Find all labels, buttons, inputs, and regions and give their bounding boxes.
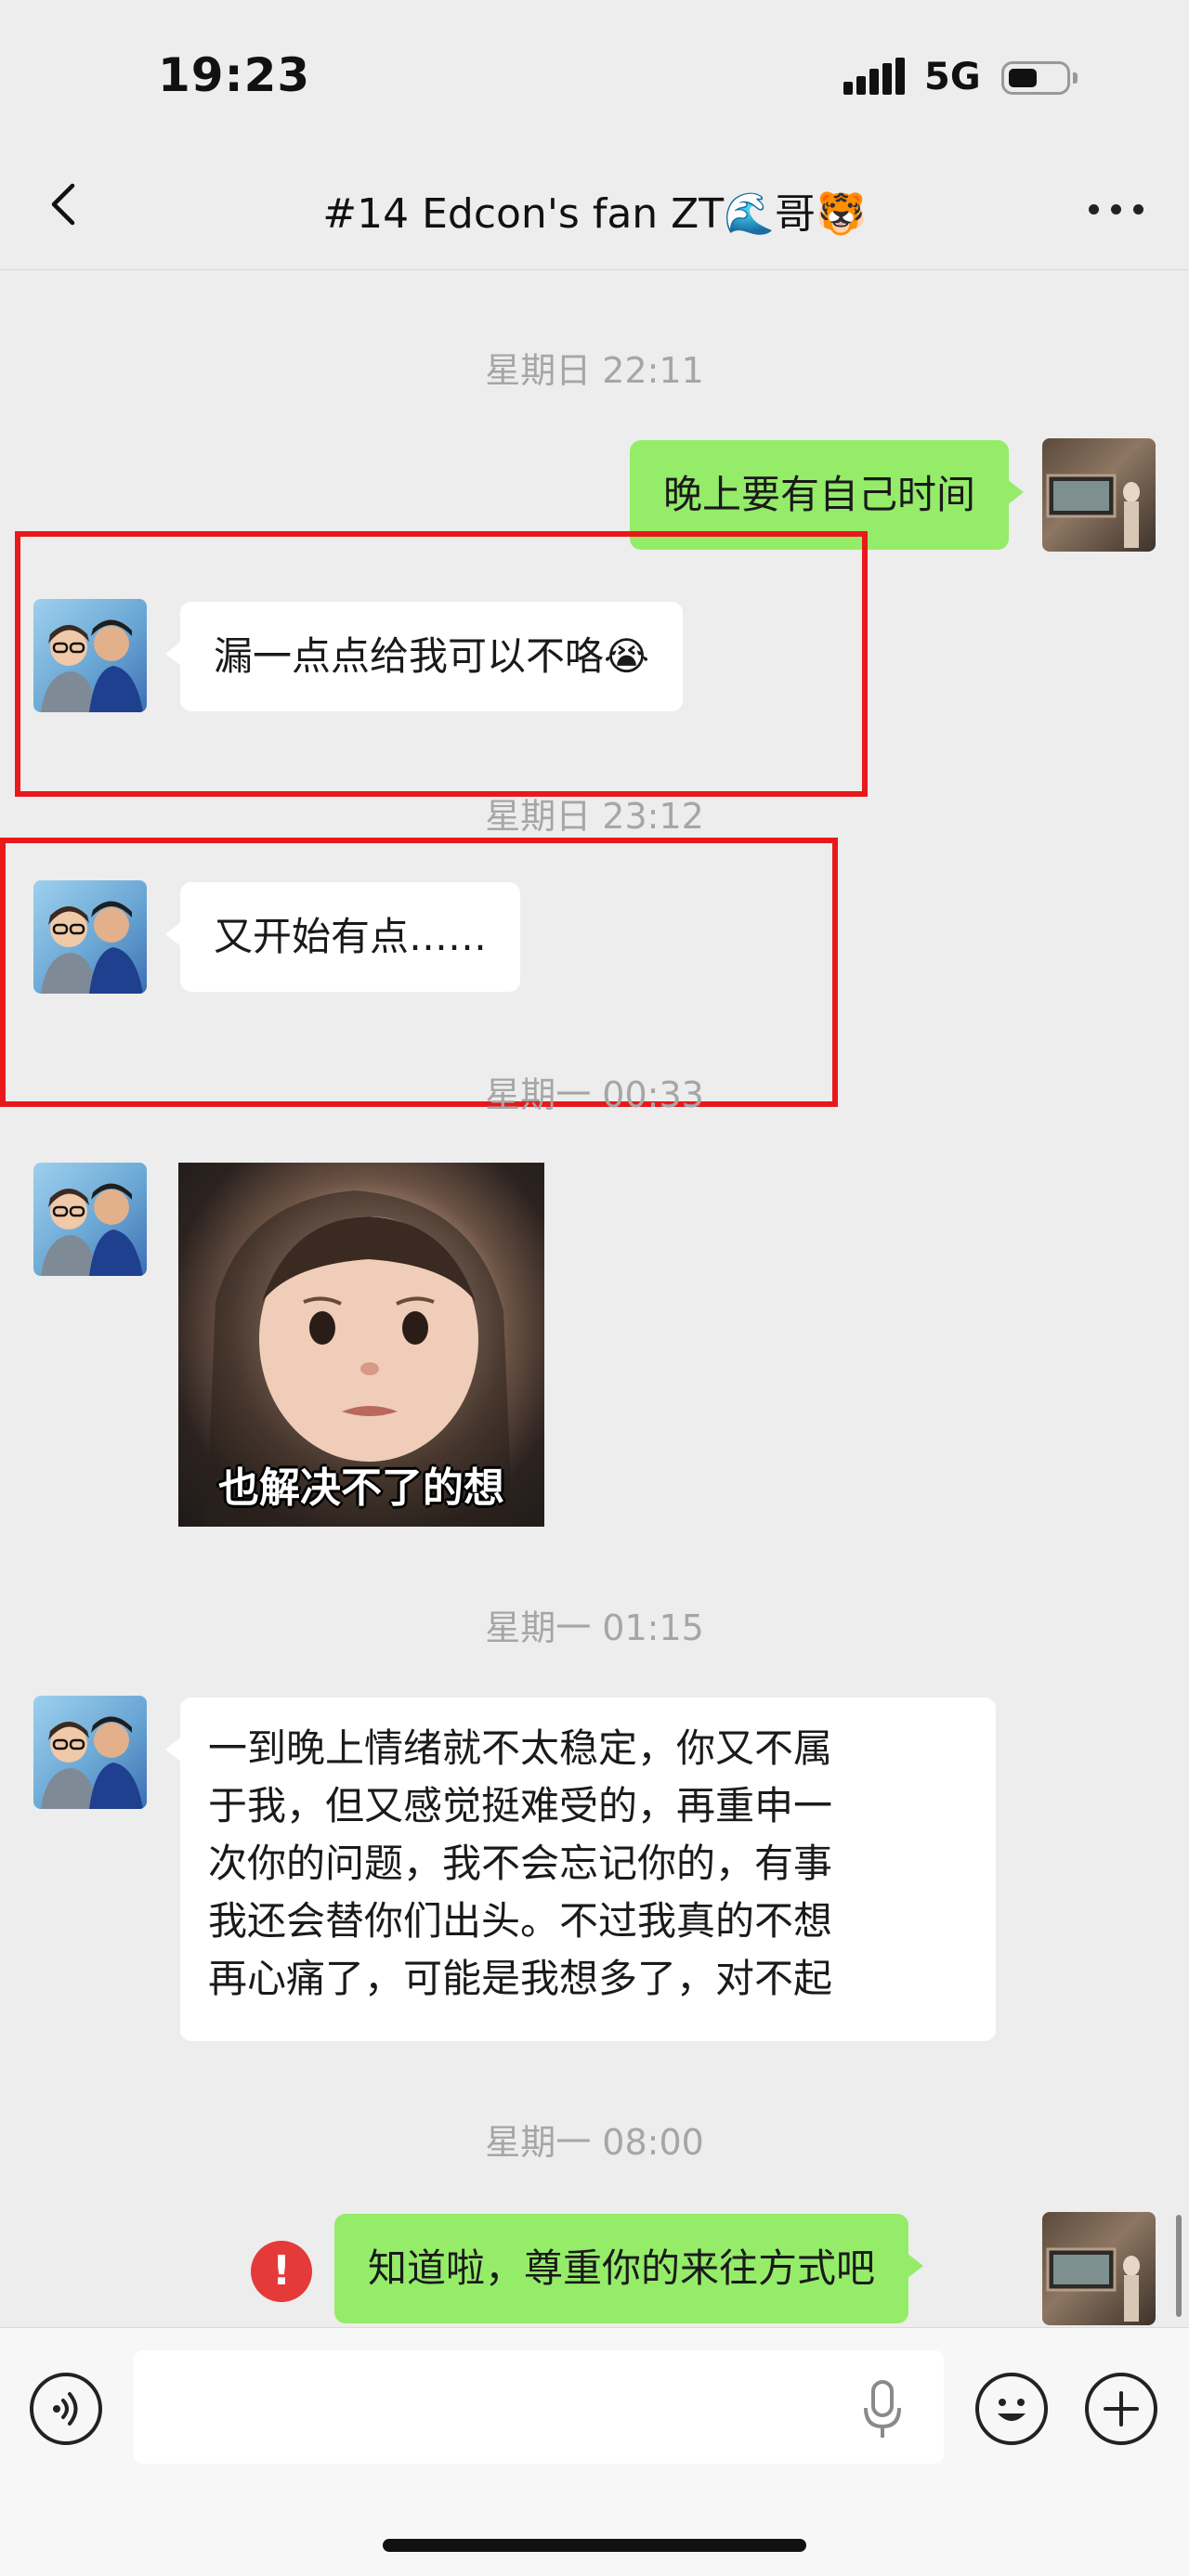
network-type: 5G <box>924 56 981 98</box>
status-bar: 19:23 5G <box>0 0 1189 139</box>
message-input[interactable] <box>134 2350 944 2464</box>
message-line: 再心痛了，可能是我想多了，对不起 <box>208 1956 833 2001</box>
outgoing-message-bubble[interactable]: 知道啦，尊重你的来往方式吧 <box>334 2214 924 2323</box>
message-line: 次你的问题，我不会忘记你的，有事 <box>208 1841 833 1886</box>
battery-icon <box>1001 61 1078 95</box>
contact-avatar[interactable] <box>33 1696 147 1809</box>
microphone-icon[interactable] <box>862 2380 903 2439</box>
nav-bar: #14 Edcon's fan ZT🌊哥🐯 <box>0 139 1189 270</box>
more-icon[interactable] <box>1089 204 1144 215</box>
message-timestamp: 星期一 08:00 <box>485 2122 704 2163</box>
plus-icon <box>1104 2391 1139 2426</box>
emoji-button[interactable] <box>975 2373 1048 2445</box>
scrollbar[interactable] <box>1176 2215 1182 2317</box>
chat-screen: 19:23 5G #14 Edcon's fan ZT🌊哥🐯 星期日 22:11… <box>0 0 1189 2576</box>
my-avatar[interactable] <box>1042 2212 1156 2325</box>
red-highlight-box <box>15 531 868 797</box>
message-timestamp: 星期一 00:33 <box>485 1074 704 1115</box>
status-time: 19:23 <box>158 48 311 102</box>
message-line: 我还会替你们出头。不过我真的不想 <box>208 1898 833 1944</box>
message-line: 于我，但又感觉挺难受的，再重申一 <box>208 1783 833 1828</box>
message-timestamp: 星期日 23:12 <box>485 796 704 837</box>
message-timestamp: 星期日 22:11 <box>485 350 704 391</box>
my-avatar[interactable] <box>1042 438 1156 552</box>
smiley-icon <box>998 2399 1026 2421</box>
contact-avatar[interactable] <box>33 1163 147 1276</box>
voice-icon <box>53 2392 78 2426</box>
signal-icon <box>843 58 908 95</box>
voice-mode-button[interactable] <box>30 2373 102 2445</box>
message-line: 一到晚上情绪就不太稳定，你又不属 <box>208 1725 833 1771</box>
message-timestamp: 星期一 01:15 <box>485 1607 704 1648</box>
send-failed-icon[interactable]: ! <box>251 2241 312 2302</box>
more-actions-button[interactable] <box>1085 2373 1157 2445</box>
chat-title: #14 Edcon's fan ZT🌊哥🐯 <box>322 190 867 238</box>
sticker-image[interactable]: 也解决不了的想 <box>178 1163 544 1527</box>
sticker-caption: 也解决不了的想 <box>218 1464 504 1512</box>
incoming-message-bubble[interactable]: 一到晚上情绪就不太稳定，你又不属 于我，但又感觉挺难受的，再重申一 次你的问题，… <box>165 1698 996 2041</box>
home-indicator <box>383 2539 806 2552</box>
